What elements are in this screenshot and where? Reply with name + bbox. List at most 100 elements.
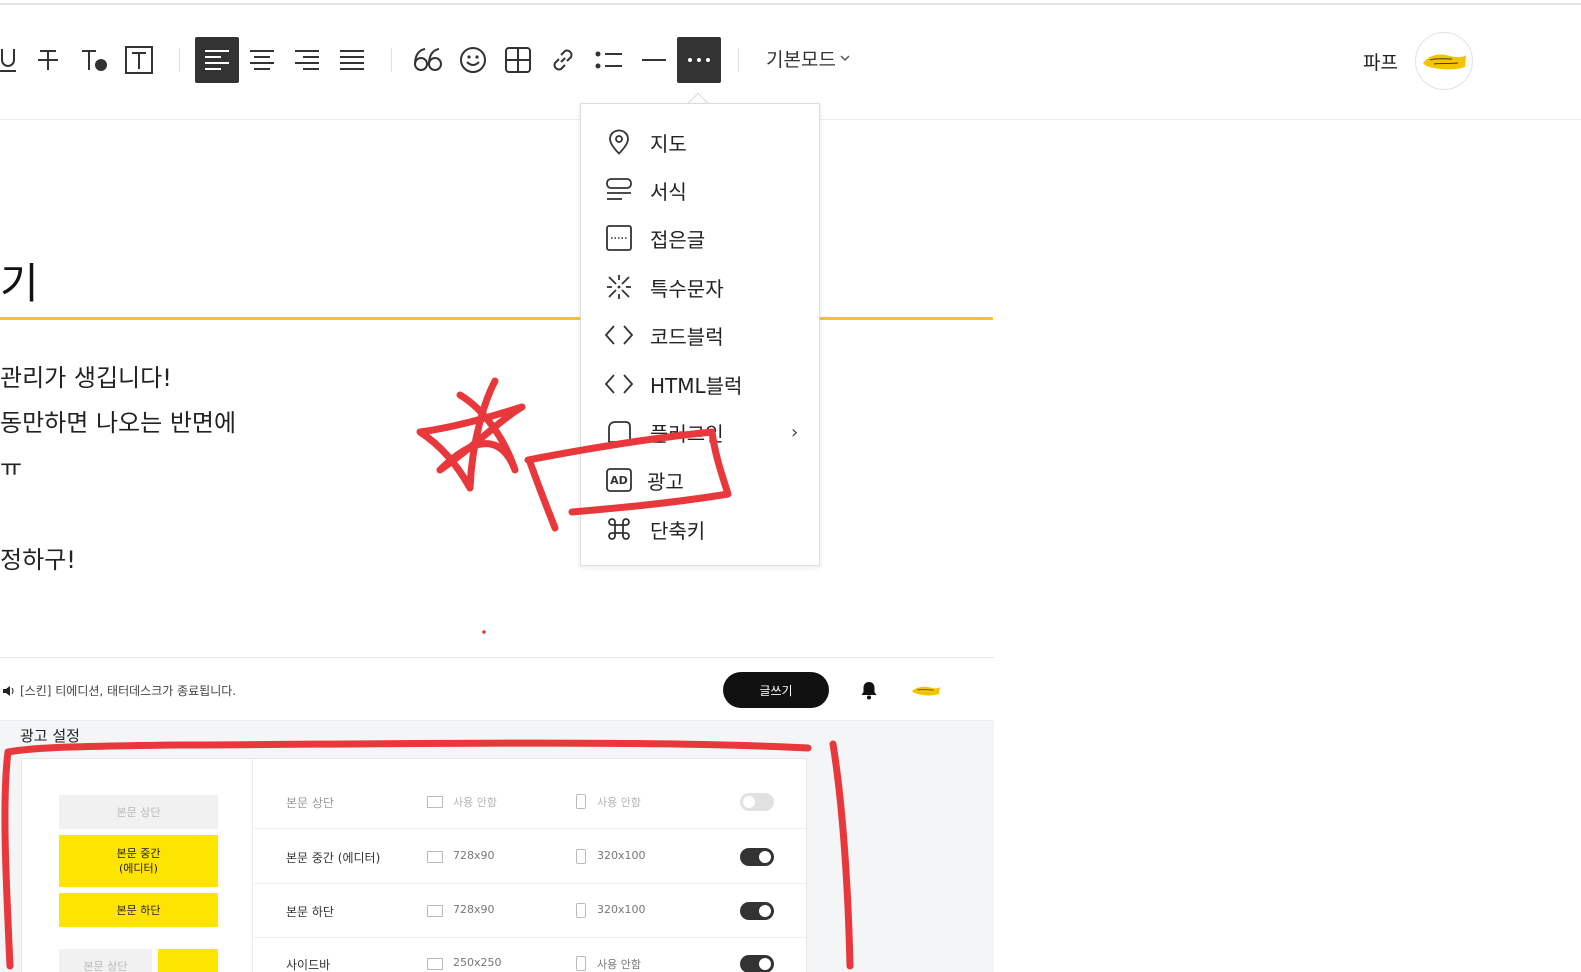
body-line: 관리가 생깁니다!: [0, 364, 172, 392]
post-title[interactable]: 기: [0, 250, 39, 311]
align-right-button[interactable]: [285, 37, 329, 83]
toolbar-separator: [179, 48, 180, 72]
desktop-icon: [427, 905, 443, 917]
ad-row-pc-size: 사용 안함: [453, 796, 497, 809]
table-button[interactable]: [496, 37, 540, 83]
ad-row-mobile-size: 사용 안함: [597, 796, 641, 809]
command-icon: [605, 515, 633, 543]
align-justify-button[interactable]: [330, 37, 374, 83]
menu-item-label: 단축키: [650, 518, 706, 543]
more-menu-dropdown: 지도 서식 접은글 특수문자 코드블럭 HTML블럭 플러그인 › AD 광고 …: [580, 103, 820, 566]
menu-item-fold[interactable]: 접은글: [581, 214, 819, 262]
embedded-header: [스킨] 티에디션, 태터데스크가 종료됩니다. 글쓰기: [0, 657, 994, 721]
notice-text: [스킨] 티에디션, 태터데스크가 종료됩니다.: [20, 684, 237, 698]
slot-preview: 본문 상단: [59, 949, 152, 972]
align-center-button[interactable]: [240, 37, 284, 83]
ad-icon-text: AD: [610, 474, 628, 487]
mini-logo-icon: [912, 686, 940, 696]
menu-item-special-char[interactable]: 특수문자: [581, 263, 819, 311]
text-color-icon: [82, 50, 107, 71]
ad-row: 본문 중간 (에디터) 728x90 320x100: [253, 830, 808, 884]
align-justify-icon: [340, 50, 364, 70]
menu-item-label: 플러그인: [650, 421, 724, 446]
notice-bar: [스킨] 티에디션, 태터데스크가 종료됩니다.: [2, 682, 236, 699]
slot-preview: 본문 중간 (에디터): [59, 835, 218, 887]
link-icon: [553, 49, 573, 71]
menu-item-map[interactable]: 지도: [581, 118, 819, 166]
avatar[interactable]: [1415, 32, 1473, 90]
ad-row-mobile-size: 320x100: [597, 903, 646, 916]
ad-toggle: [740, 902, 774, 920]
menu-item-html-block[interactable]: HTML블럭: [581, 360, 819, 408]
map-pin-icon: [605, 128, 633, 156]
ad-row-pc-size: 728x90: [453, 849, 495, 862]
annotation-dot: [482, 630, 486, 634]
mobile-icon: [576, 794, 586, 809]
table-icon: [505, 47, 531, 73]
body-line: 정하구!: [0, 546, 76, 574]
ad-row-label: 본문 중간 (에디터): [286, 851, 381, 865]
horizontal-line-icon: [642, 59, 666, 61]
strikethrough-button[interactable]: [26, 37, 70, 83]
smiley-icon: [460, 47, 486, 73]
chevron-down-icon: [840, 55, 850, 62]
profile-name: 파프: [1363, 52, 1398, 74]
ad-row-pc-size: 728x90: [453, 903, 495, 916]
link-button[interactable]: [541, 37, 585, 83]
menu-item-shortcut[interactable]: 단축키: [581, 505, 819, 553]
divider-button[interactable]: [632, 37, 676, 83]
window-top-border: [0, 3, 1581, 5]
ad-row-label: 본문 상단: [286, 796, 334, 810]
text-background-icon: [125, 46, 153, 74]
ad-toggle: [740, 848, 774, 866]
toggle-knob: [759, 905, 771, 917]
desktop-icon: [427, 796, 443, 808]
align-right-icon: [295, 50, 319, 70]
quote-icon: [414, 48, 442, 71]
chevron-right-icon: ›: [791, 421, 799, 443]
code-icon: [605, 370, 633, 398]
body-line: 동만하면 나오는 반면에: [0, 409, 237, 437]
strikethrough-icon: [38, 50, 58, 70]
menu-item-ad[interactable]: AD 광고: [581, 456, 819, 504]
desktop-icon: [427, 958, 443, 970]
menu-item-code-block[interactable]: 코드블럭: [581, 311, 819, 359]
plugin-icon: [605, 418, 633, 446]
mode-selector[interactable]: 기본모드: [766, 45, 850, 72]
list-button[interactable]: [587, 37, 631, 83]
menu-item-plugin[interactable]: 플러그인 ›: [581, 408, 819, 456]
menu-item-template[interactable]: 서식: [581, 166, 819, 214]
ad-icon: AD: [605, 466, 633, 494]
mobile-icon: [576, 903, 586, 918]
align-center-icon: [250, 50, 274, 70]
write-button: 글쓰기: [723, 672, 829, 708]
ad-row: 본문 상단 사용 안함 사용 안함: [253, 775, 808, 829]
code-icon: [605, 321, 633, 349]
mobile-icon: [576, 956, 586, 971]
title-underline: [0, 317, 993, 320]
menu-item-label: HTML블럭: [650, 373, 743, 398]
more-icon: [688, 58, 710, 62]
annotation-star: [416, 377, 526, 492]
menu-item-label: 특수문자: [650, 276, 724, 301]
bell-icon: [861, 682, 877, 700]
ad-settings-panel: 본문 상단 본문 중간 (에디터) 본문 하단 본문 상단 본문 상단 사용 안…: [21, 758, 808, 972]
mode-label: 기본모드: [766, 49, 836, 71]
menu-item-label: 지도: [650, 131, 687, 156]
ad-row: 사이드바 250x250 사용 안함: [253, 937, 808, 972]
quote-button[interactable]: [406, 37, 450, 83]
text-color-button[interactable]: [72, 37, 116, 83]
body-line: ㅠ: [0, 454, 23, 482]
toolbar-separator: [391, 48, 392, 72]
fold-box-icon: [605, 224, 633, 252]
menu-item-label: 서식: [650, 179, 687, 204]
align-left-button[interactable]: [195, 37, 239, 83]
ad-row: 본문 하단 728x90 320x100: [253, 884, 808, 938]
slot-preview: 본문 상단: [59, 795, 218, 829]
emoticon-button[interactable]: [451, 37, 495, 83]
template-icon: [605, 176, 633, 204]
more-button[interactable]: [677, 37, 721, 83]
menu-item-label: 접은글: [650, 227, 706, 252]
text-background-button[interactable]: [117, 37, 161, 83]
ad-row-pc-size: 250x250: [453, 956, 502, 969]
